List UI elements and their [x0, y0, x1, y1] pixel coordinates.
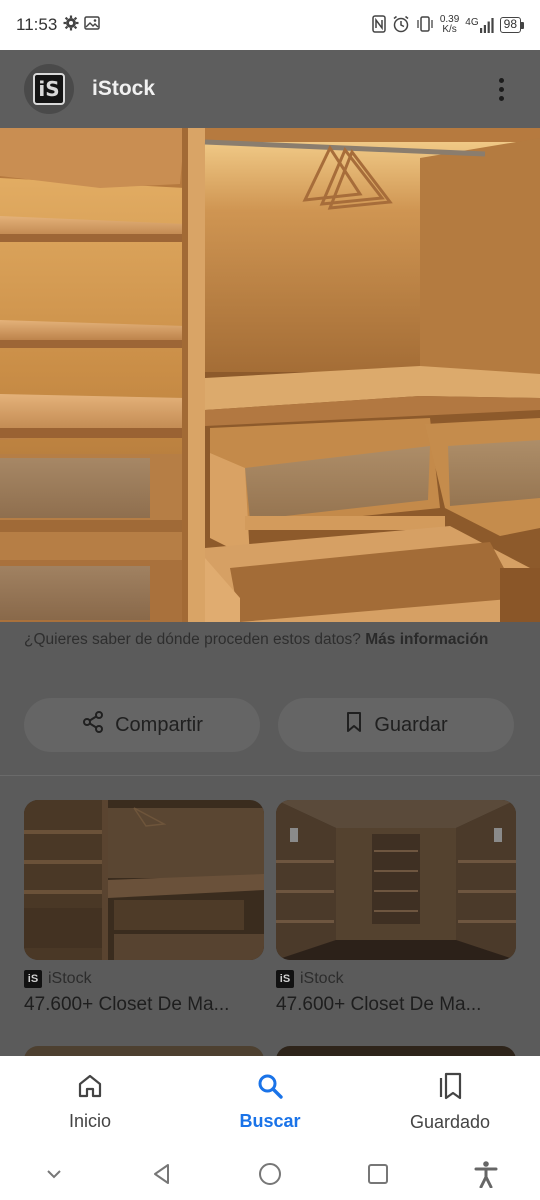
- alarm-icon: [392, 15, 410, 36]
- result-source-name: iStock: [48, 970, 92, 987]
- status-time: 11:53: [16, 15, 58, 34]
- more-info-link[interactable]: Más información: [365, 631, 488, 648]
- nav-home[interactable]: Inicio: [0, 1056, 180, 1148]
- gear-icon: [63, 15, 79, 36]
- nav-saved-label: Guardado: [409, 1112, 491, 1132]
- info-section: ¿Quieres saber de dónde proceden estos d…: [0, 622, 540, 1066]
- istock-logo-icon: iS: [276, 970, 294, 988]
- result-thumbnail[interactable]: [24, 800, 264, 960]
- result-source-name: iStock: [300, 970, 344, 987]
- system-navigation-bar: [0, 1148, 540, 1200]
- chevron-down-icon[interactable]: [34, 1154, 74, 1194]
- related-result-card[interactable]: iS iStock 47.600+ Closet De Ma...: [276, 800, 516, 1016]
- signal-indicator: 4G: [465, 17, 494, 33]
- gallery-icon: [84, 15, 101, 36]
- nav-search[interactable]: Buscar: [180, 1056, 360, 1148]
- nav-home-label: Inicio: [68, 1111, 112, 1131]
- recents-icon[interactable]: [358, 1154, 398, 1194]
- battery-level: 98: [499, 17, 521, 33]
- home-circle-icon[interactable]: [250, 1154, 290, 1194]
- result-title[interactable]: 47.600+ Closet De Ma...: [276, 994, 516, 1016]
- network-type: 4G: [465, 17, 479, 28]
- accessibility-icon[interactable]: [466, 1154, 506, 1194]
- back-icon[interactable]: [142, 1154, 182, 1194]
- home-icon: [76, 1072, 104, 1105]
- source-info: ¿Quieres saber de dónde proceden estos d…: [24, 628, 504, 652]
- result-source: iS iStock: [276, 970, 516, 988]
- share-label: Compartir: [115, 713, 203, 736]
- nav-saved[interactable]: Guardado: [360, 1056, 540, 1148]
- nfc-icon: [372, 14, 386, 36]
- related-result-card[interactable]: iS iStock 47.600+ Closet De Ma...: [24, 800, 264, 1016]
- battery-indicator: 98: [499, 17, 524, 33]
- bottom-navigation: Inicio Buscar Guardado: [0, 1056, 540, 1148]
- istock-logo-icon: iS: [24, 970, 42, 988]
- source-question: ¿Quieres saber de dónde proceden estos d…: [24, 631, 361, 648]
- share-icon: [81, 710, 105, 740]
- vibrate-icon: [416, 15, 434, 36]
- status-bar: 11:53 0.39 K/s 4G 98: [0, 0, 540, 50]
- more-options-button[interactable]: [486, 69, 516, 109]
- nav-search-label: Buscar: [239, 1111, 301, 1131]
- bookmark-icon: [344, 711, 364, 739]
- main-image[interactable]: [0, 128, 540, 622]
- site-name[interactable]: iStock: [92, 77, 155, 101]
- collections-icon: [435, 1071, 465, 1106]
- signal-icon: [479, 18, 494, 33]
- site-logo[interactable]: iS: [24, 64, 74, 114]
- istock-logo-icon: iS: [33, 73, 65, 105]
- save-button[interactable]: Guardar: [278, 698, 514, 752]
- share-button[interactable]: Compartir: [24, 698, 260, 752]
- save-label: Guardar: [374, 713, 448, 736]
- network-speed-unit: K/s: [442, 24, 457, 35]
- app-header: iS iStock: [0, 50, 540, 128]
- network-speed: 0.39 K/s: [440, 15, 459, 35]
- result-source: iS iStock: [24, 970, 264, 988]
- result-thumbnail[interactable]: [276, 800, 516, 960]
- search-icon: [256, 1072, 284, 1105]
- divider: [0, 775, 540, 776]
- result-title[interactable]: 47.600+ Closet De Ma...: [24, 994, 264, 1016]
